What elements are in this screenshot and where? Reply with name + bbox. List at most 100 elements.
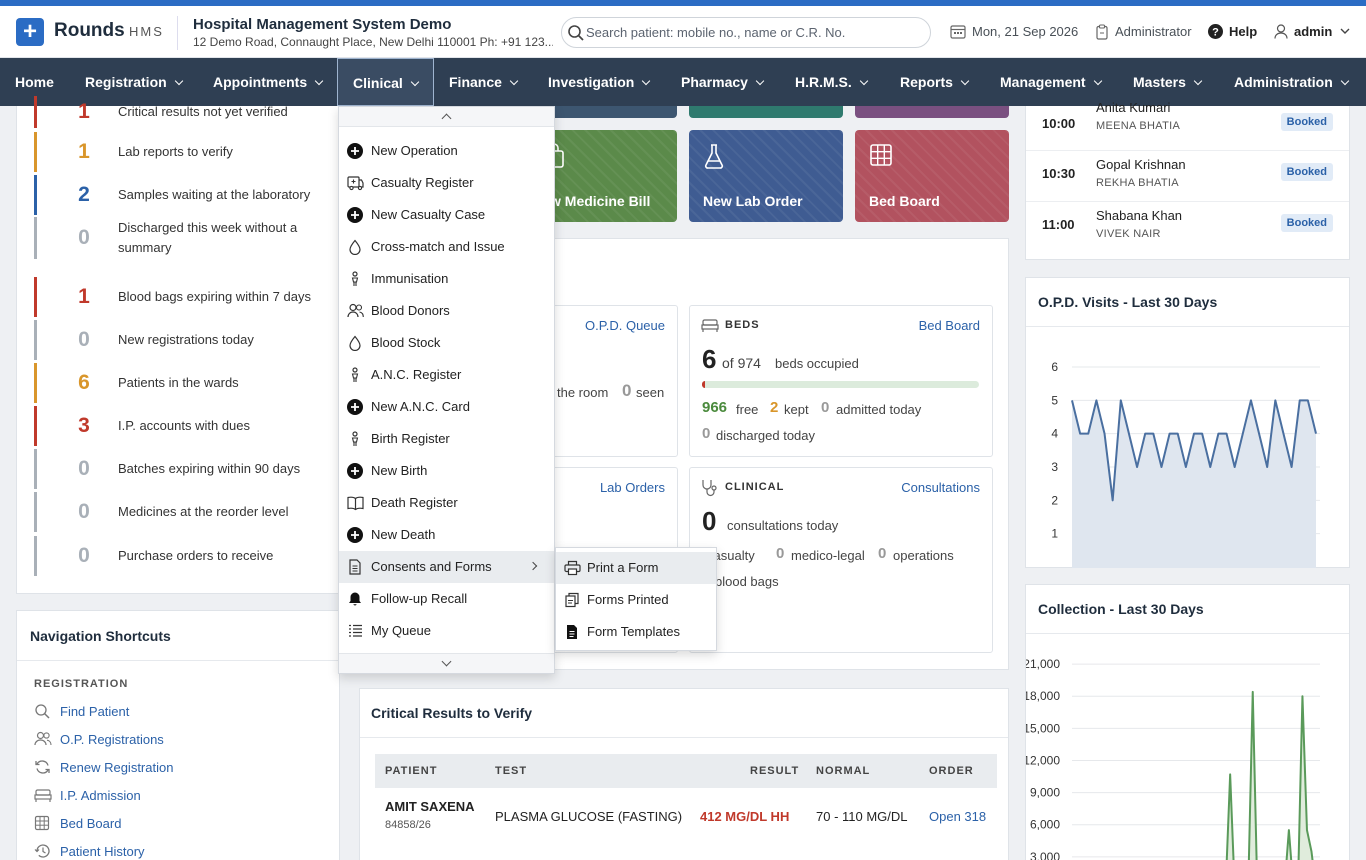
menu-scroll-down[interactable] — [339, 653, 554, 673]
menu-item-casualty-register[interactable]: Casualty Register — [339, 167, 554, 199]
menu-item-blood-donors[interactable]: Blood Donors — [339, 295, 554, 327]
menu-item-new-a-n-c-card[interactable]: New A.N.C. Card — [339, 391, 554, 423]
submenu-item-form-templates[interactable]: Form Templates — [556, 616, 716, 648]
seen-count: 0 — [622, 381, 632, 400]
menu-item-consents-and-forms[interactable]: Consents and Forms — [339, 551, 554, 583]
alert-row[interactable]: 1 Blood bags expiring within 7 days — [34, 277, 324, 317]
chevron-down-icon — [1340, 76, 1350, 86]
alert-row[interactable]: 6 Patients in the wards — [34, 363, 324, 403]
appointment-doctor: REKHA BHATIA — [1096, 177, 1179, 189]
chevron-down-icon — [755, 76, 765, 86]
search-input[interactable] — [586, 23, 916, 42]
alert-row[interactable]: 0 Medicines at the reorder level — [34, 492, 324, 532]
alert-row[interactable]: 0 Purchase orders to receive — [34, 536, 324, 576]
navigation-shortcuts-panel: Navigation Shortcuts REGISTRATION Find P… — [16, 610, 340, 860]
menu-item-new-birth[interactable]: New Birth — [339, 455, 554, 487]
chevron-down-icon — [1193, 76, 1203, 86]
beds-free-count: 966 — [702, 399, 728, 416]
menu-item-label: New Death — [371, 527, 436, 542]
appointment-row[interactable]: 10:30 Gopal Krishnan REKHA BHATIA Booked — [1026, 151, 1349, 202]
tile-top-partial[interactable] — [855, 106, 1009, 118]
menu-scroll-up[interactable] — [339, 107, 554, 127]
nav-hrms[interactable]: H.R.M.S. — [795, 58, 869, 106]
alert-row[interactable]: 0 Discharged this week without a summary — [34, 217, 324, 259]
tile-new-lab-order[interactable]: New Lab Order — [689, 130, 843, 222]
menu-item-label: New Operation — [371, 143, 458, 158]
consultations-link[interactable]: Consultations — [901, 480, 980, 495]
lab-orders-link[interactable]: Lab Orders — [600, 480, 665, 495]
nav-management[interactable]: Management — [1000, 58, 1102, 106]
menu-item-immunisation[interactable]: Immunisation — [339, 263, 554, 295]
chevron-down-icon — [642, 76, 651, 86]
chart-title: Collection - Last 30 Days — [1038, 601, 1204, 617]
submenu-item-print-a-form[interactable]: Print a Form — [556, 552, 716, 584]
role-indicator[interactable]: Administrator — [1096, 24, 1192, 40]
chevron-down-icon — [410, 77, 420, 87]
alert-row[interactable]: 3 I.P. accounts with dues — [34, 406, 324, 446]
alert-count: 0 — [78, 226, 90, 249]
opd-queue-link[interactable]: O.P.D. Queue — [585, 318, 665, 333]
menu-item-follow-up-recall[interactable]: Follow-up Recall — [339, 583, 554, 615]
nav-clinical[interactable]: Clinical — [337, 58, 434, 106]
menu-item-a-n-c-register[interactable]: A.N.C. Register — [339, 359, 554, 391]
bed-board-link[interactable]: Bed Board — [919, 318, 980, 333]
patient-search[interactable] — [561, 17, 931, 48]
nav-investigation[interactable]: Investigation — [548, 58, 651, 106]
menu-item-blood-stock[interactable]: Blood Stock — [339, 327, 554, 359]
nav-reports[interactable]: Reports — [900, 58, 970, 106]
menu-item-label: Immunisation — [371, 271, 449, 286]
clipboard-icon — [1096, 24, 1108, 40]
alerts-panel: 1 Critical results not yet verified 1 Lab r… — [16, 96, 340, 594]
logo-plus-icon[interactable]: + — [16, 18, 44, 46]
help-link[interactable]: ? Help — [1208, 24, 1257, 39]
help-icon: ? — [1208, 24, 1223, 39]
chevron-down-icon — [441, 656, 452, 667]
submenu-item-label: Forms Printed — [587, 592, 669, 607]
menu-item-new-casualty-case[interactable]: New Casualty Case — [339, 199, 554, 231]
nav-administration[interactable]: Administration — [1234, 58, 1350, 106]
open-order-link[interactable]: Open 318 — [929, 809, 986, 824]
menu-item-label: Death Register — [371, 495, 458, 510]
alert-row[interactable]: 1 Lab reports to verify — [34, 132, 324, 172]
beds-card: BEDS Bed Board 6 of 974 beds occupied 96… — [689, 305, 993, 457]
column-header: RESULT — [750, 765, 800, 777]
menu-item-label: A.N.C. Register — [371, 367, 462, 382]
appointment-row[interactable]: 10:00 Anita Kumari MEENA BHATIA Booked — [1026, 100, 1349, 151]
status-badge: Booked — [1280, 163, 1333, 181]
appointment-row[interactable]: 11:00 Shabana Khan VIVEK NAIR Booked — [1026, 202, 1349, 253]
menu-item-new-death[interactable]: New Death — [339, 519, 554, 551]
alert-count: 0 — [78, 544, 90, 567]
menu-item-new-operation[interactable]: New Operation — [339, 135, 554, 167]
nav-pharmacy[interactable]: Pharmacy — [681, 58, 765, 106]
nav-masters[interactable]: Masters — [1133, 58, 1203, 106]
user-menu[interactable]: admin — [1274, 24, 1350, 39]
table-row[interactable]: AMIT SAXENA 84858/26 PLASMA GLUCOSE (FAS… — [375, 788, 997, 840]
clinical-dropdown-menu: New Operation Casualty Register New Casual… — [338, 106, 555, 674]
submenu-item-forms-printed[interactable]: Forms Printed — [556, 584, 716, 616]
alert-row[interactable]: 0 Batches expiring within 90 days — [34, 449, 324, 489]
alert-count: 1 — [78, 100, 90, 123]
result-value: 412 MG/DL HH — [700, 809, 790, 824]
people-icon — [34, 731, 52, 746]
menu-item-my-queue[interactable]: My Queue — [339, 615, 554, 647]
medico-legal-count: 0 — [776, 545, 785, 562]
alert-row[interactable]: 0 New registrations today — [34, 320, 324, 360]
menu-item-death-register[interactable]: Death Register — [339, 487, 554, 519]
collection-chart-panel: Collection - Last 30 Days 3,000 6,000 9,00… — [1025, 584, 1350, 860]
menu-item-cross-match-and-issue[interactable]: Cross-match and Issue — [339, 231, 554, 263]
menu-item-birth-register[interactable]: Birth Register — [339, 423, 554, 455]
menu-item-label: New A.N.C. Card — [371, 399, 470, 414]
alert-row[interactable]: 1 Critical results not yet verified — [34, 96, 324, 128]
y-tick-label: 21,000 — [1026, 657, 1060, 671]
alert-count: 0 — [78, 328, 90, 351]
tile-top-partial[interactable] — [689, 106, 843, 118]
critical-results-title: Critical Results to Verify — [371, 705, 533, 721]
brand-name[interactable]: Rounds — [54, 20, 125, 42]
alert-row[interactable]: 2 Samples waiting at the laboratory — [34, 175, 324, 215]
tile-bed-board[interactable]: Bed Board — [855, 130, 1009, 222]
stethoscope-icon — [702, 480, 717, 497]
alert-text: Batches expiring within 90 days — [118, 461, 301, 476]
nav-finance[interactable]: Finance — [449, 58, 519, 106]
series-area — [1072, 400, 1316, 568]
discharged-count: 0 — [702, 425, 711, 442]
